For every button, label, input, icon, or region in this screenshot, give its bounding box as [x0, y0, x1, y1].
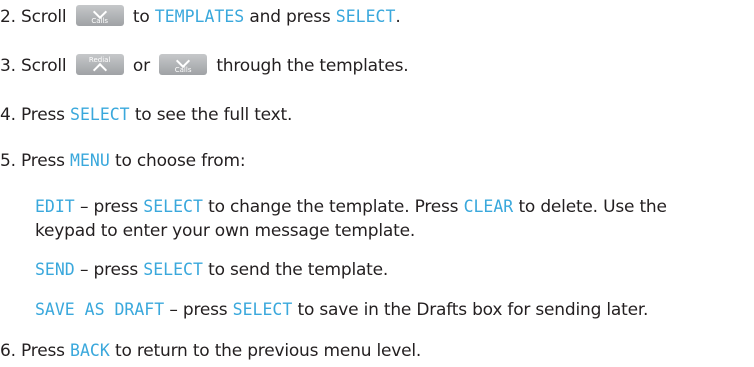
calls-key: Calls: [159, 53, 208, 75]
step-text: and press: [249, 7, 331, 27]
step-text: Scroll: [21, 56, 67, 76]
keyword-save-as-draft: SAVE AS DRAFT: [35, 300, 165, 319]
keyword-clear: CLEAR: [463, 197, 514, 216]
option-text: – press: [79, 197, 139, 217]
keyword-back: BACK: [70, 341, 110, 360]
option-text: – press: [79, 260, 139, 280]
key-label: Calls: [174, 65, 192, 74]
step-number: 5.: [0, 151, 16, 171]
step-text: Press: [21, 341, 65, 361]
step-number: 6.: [0, 341, 16, 361]
chevron-up-icon: [92, 62, 107, 77]
step-text: Press: [21, 151, 65, 171]
step-punct: .: [395, 7, 401, 27]
step-6: 6. Press BACK to return to the previous …: [0, 340, 754, 362]
step-text: Scroll: [21, 7, 67, 27]
keyword-select: SELECT: [70, 105, 130, 124]
option-text: to save in the Drafts box for sending la…: [297, 300, 649, 320]
option-text: to change the template. Press: [208, 197, 459, 217]
keyword-select: SELECT: [143, 197, 203, 216]
step-text: to see the full text.: [134, 105, 293, 125]
step-text: Press: [21, 105, 65, 125]
step-3: 3. Scroll Redial or Calls through the te…: [0, 53, 754, 77]
keyword-select: SELECT: [232, 300, 293, 319]
step-text: to return to the previous menu level.: [114, 341, 422, 361]
keyword-select: SELECT: [143, 260, 203, 279]
keyword-menu: MENU: [70, 151, 110, 170]
step-text: to choose from:: [114, 151, 246, 171]
step-number: 2.: [0, 7, 16, 27]
step-2: 2. Scroll Calls to TEMPLATES and press S…: [0, 4, 754, 28]
option-edit-continued: keypad to enter your own message templat…: [35, 220, 754, 242]
redial-key: Redial: [75, 53, 124, 77]
option-edit: EDIT – press SELECT to change the templa…: [35, 196, 754, 218]
keyword-send: SEND: [35, 260, 75, 279]
calls-key: Calls: [75, 4, 124, 26]
step-number: 4.: [0, 105, 16, 125]
keyword-select: SELECT: [335, 7, 396, 26]
option-save-as-draft: SAVE AS DRAFT – press SELECT to save in …: [35, 299, 754, 321]
step-4: 4. Press SELECT to see the full text.: [0, 104, 754, 126]
key-label: Calls: [91, 16, 109, 25]
step-number: 3.: [0, 56, 16, 76]
option-send: SEND – press SELECT to send the template…: [35, 259, 754, 281]
step-5: 5. Press MENU to choose from:: [0, 150, 754, 172]
option-text: keypad to enter your own message templat…: [35, 221, 416, 241]
step-text: to: [132, 7, 150, 27]
step-text: or: [132, 56, 150, 76]
option-text: to send the template.: [208, 260, 389, 280]
step-text: through the templates.: [216, 56, 409, 76]
option-text: – press: [169, 300, 228, 320]
keyword-templates: TEMPLATES: [154, 7, 245, 26]
keyword-edit: EDIT: [35, 197, 75, 216]
option-text: to delete. Use the: [518, 197, 667, 217]
